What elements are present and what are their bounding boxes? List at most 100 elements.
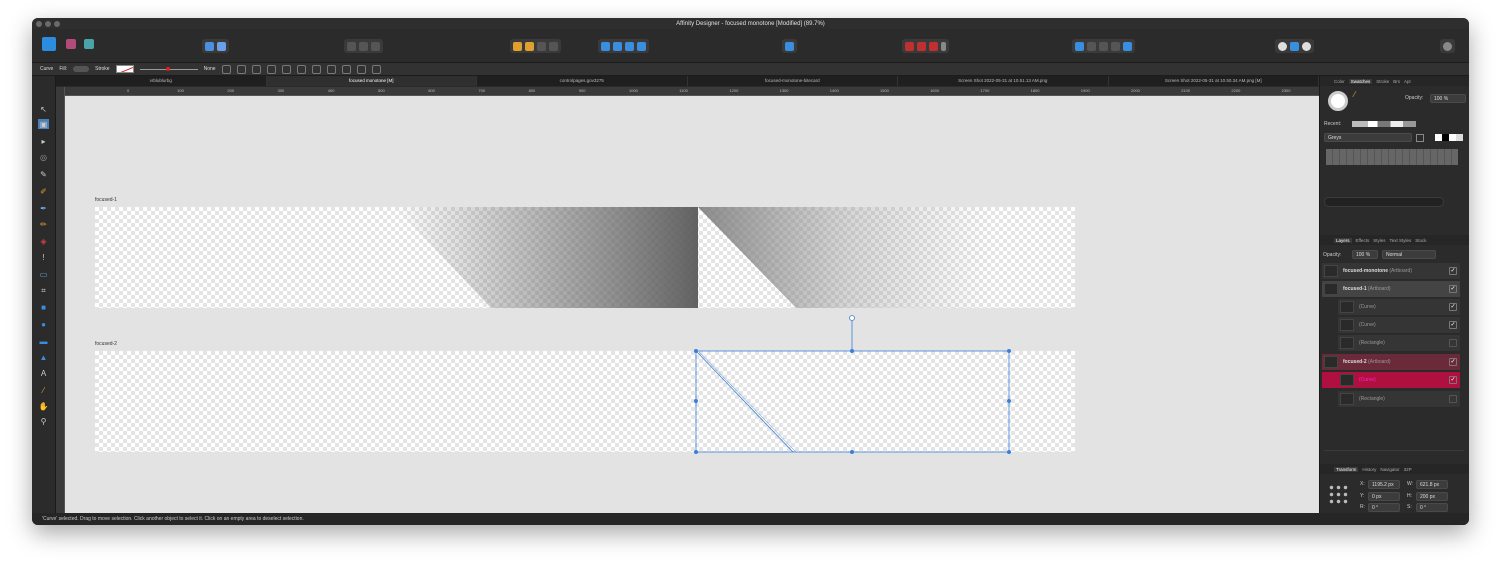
tab-navigator[interactable]: Navigator <box>1380 467 1399 472</box>
user-icon[interactable] <box>1443 41 1452 51</box>
fill-tool-icon[interactable]: ✏ <box>38 219 49 229</box>
pen-tool-icon[interactable]: ✎ <box>38 169 49 179</box>
tab-color[interactable]: Color <box>1334 79 1345 84</box>
layers-footer-icons[interactable] <box>1324 450 1464 458</box>
tab-appearance[interactable]: Apr <box>1404 79 1411 84</box>
subtract-icon[interactable] <box>1087 41 1096 51</box>
transparency-tool-icon[interactable]: ! <box>38 252 49 262</box>
visibility-checkbox[interactable]: ✓ <box>1449 321 1457 329</box>
tab-bitecard[interactable]: focused-monotone-bitecard <box>688 76 898 86</box>
hand-tool-icon[interactable]: ✋ <box>38 401 49 411</box>
artboard-label-focused-2[interactable]: focused-2 <box>95 341 117 347</box>
stroke-width-slider[interactable] <box>139 66 198 71</box>
tab-effects[interactable]: Effects <box>1356 238 1370 243</box>
snap-bounds-icon[interactable] <box>359 41 368 51</box>
visibility-checkbox[interactable]: ✓ <box>1449 358 1457 366</box>
artboard-focused-2[interactable] <box>95 351 1075 452</box>
ellipse-tool-icon[interactable]: ● <box>38 319 49 329</box>
horizontal-ruler[interactable]: 0 100 200 300 400 500 600 700 800 900 1000 1100 1200… <box>65 87 1341 96</box>
tab-brushes[interactable]: Brs <box>1393 79 1400 84</box>
rotation-handle[interactable] <box>849 315 855 321</box>
move-tool-icon[interactable]: ↖ <box>38 104 49 114</box>
align-left-icon[interactable] <box>296 64 306 74</box>
text-tool-icon[interactable]: A <box>38 368 49 378</box>
minimize-window-button[interactable] <box>45 21 51 27</box>
zoom-tool-icon[interactable]: ⚲ <box>38 416 49 426</box>
rotate-right-icon[interactable] <box>637 41 646 51</box>
snap-grid-icon[interactable] <box>371 41 380 51</box>
flip-horizontal-icon[interactable] <box>601 41 610 51</box>
h-field[interactable]: 200 px <box>1416 492 1448 501</box>
chevron-down-icon[interactable] <box>941 41 946 51</box>
settings-icon[interactable] <box>217 41 226 51</box>
triangle-tool-icon[interactable]: ▲ <box>38 352 49 362</box>
gradient-curve-2[interactable] <box>698 207 995 308</box>
vertical-ruler[interactable] <box>56 87 65 513</box>
boolean-icon[interactable] <box>917 41 926 51</box>
studio-icon[interactable] <box>1290 41 1299 51</box>
y-field[interactable]: 0 px <box>1368 492 1400 501</box>
stroke-swatch[interactable] <box>115 65 134 73</box>
visibility-checkbox[interactable]: ✓ <box>1449 285 1457 293</box>
visibility-checkbox[interactable]: ✓ <box>1449 267 1457 275</box>
align-top-icon[interactable] <box>341 64 351 74</box>
flip-vertical-icon[interactable] <box>613 41 622 51</box>
no-fill-swatch[interactable] <box>1435 134 1463 141</box>
tab-text-styles[interactable]: Text Styles <box>1389 238 1411 243</box>
pencil-tool-icon[interactable]: ✐ <box>38 186 49 196</box>
visibility-checkbox[interactable]: ✓ <box>1449 303 1457 311</box>
move-front-icon[interactable] <box>537 41 546 51</box>
place-image-icon[interactable]: ▭ <box>38 269 49 279</box>
rotate-left-icon[interactable] <box>625 41 634 51</box>
add-icon[interactable] <box>1075 41 1084 51</box>
tab-stroke[interactable]: Stroke <box>1376 79 1389 84</box>
crop-tool-icon[interactable]: ⌗ <box>38 286 49 296</box>
move-back-icon[interactable] <box>513 41 522 51</box>
corner-tool-icon[interactable]: ◎ <box>38 152 49 162</box>
gradient-tool-icon[interactable]: ◈ <box>38 236 49 246</box>
align-bottom-icon[interactable] <box>371 64 381 74</box>
zoom-window-button[interactable] <box>54 21 60 27</box>
recent-swatches[interactable] <box>1352 121 1416 127</box>
intersect-icon[interactable] <box>1099 41 1108 51</box>
vector-brush-icon[interactable]: ✒ <box>38 203 49 213</box>
tab-layers[interactable]: Layers <box>1334 237 1352 243</box>
anchor-grid[interactable] <box>1328 484 1348 504</box>
artboard-label-focused-1[interactable]: focused-1 <box>95 197 117 203</box>
convert-smooth-icon[interactable] <box>266 64 276 74</box>
convert-smart-icon[interactable] <box>281 64 291 74</box>
search-field[interactable] <box>1324 197 1444 207</box>
designer-persona-icon[interactable] <box>42 37 56 51</box>
layer-row-selected[interactable]: (Curve) ✓ <box>1322 372 1460 389</box>
document-icon[interactable] <box>205 41 214 51</box>
snap-to-pixel-icon[interactable] <box>236 64 246 74</box>
export-persona-icon[interactable] <box>84 39 94 49</box>
s-field[interactable]: 0 ° <box>1416 503 1448 512</box>
canvas[interactable]: focused-1 focused-2 <box>65 96 1319 513</box>
divide-icon[interactable] <box>1123 41 1132 51</box>
r-field[interactable]: 0 ° <box>1368 503 1400 512</box>
pixel-persona-icon[interactable] <box>66 39 76 49</box>
blend-mode-select[interactable]: Normal <box>1382 250 1436 259</box>
close-window-button[interactable] <box>36 21 42 27</box>
layer-row[interactable]: (Rectangle) <box>1338 391 1460 408</box>
gradient-curve-1[interactable] <box>395 207 698 308</box>
tab-swatches[interactable]: Swatches <box>1348 78 1373 84</box>
move-top-icon[interactable] <box>549 41 558 51</box>
visibility-checkbox[interactable] <box>1449 395 1457 403</box>
fill-swatch[interactable] <box>73 66 90 72</box>
tab-controlpages[interactable]: controlpages.gov3275 <box>477 76 688 86</box>
move-forward-icon[interactable] <box>525 41 534 51</box>
xor-icon[interactable] <box>1111 41 1120 51</box>
layer-row[interactable]: focused-monotone (Artboard) ✓ <box>1322 263 1460 280</box>
magnet-icon[interactable] <box>929 41 938 51</box>
opacity-field[interactable]: 100 % <box>1430 94 1466 103</box>
align-icon[interactable] <box>785 41 794 51</box>
align-center-icon[interactable] <box>311 64 321 74</box>
visibility-checkbox[interactable] <box>1449 339 1457 347</box>
layer-row[interactable]: (Curve) ✓ <box>1338 299 1460 316</box>
visibility-checkbox[interactable]: ✓ <box>1449 376 1457 384</box>
artboard-tool-icon[interactable]: ▣ <box>38 119 49 129</box>
layers-opacity-field[interactable]: 100 % <box>1352 250 1378 259</box>
tab-styles[interactable]: Styles <box>1373 238 1385 243</box>
